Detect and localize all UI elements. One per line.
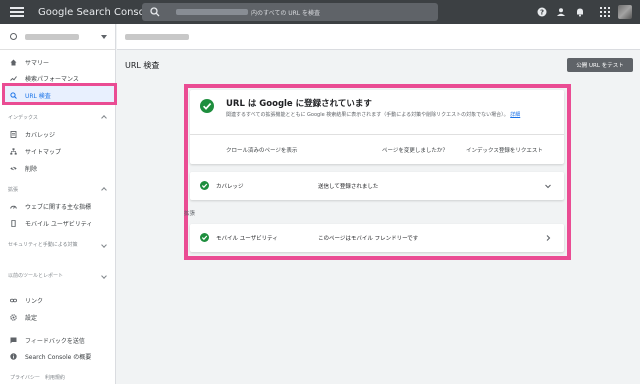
chevron-right-icon[interactable] [544,234,552,242]
property-icon [10,33,17,40]
sidebar-item-links[interactable]: リンク [0,294,115,306]
sidebar-item-label: Search Console の概要 [25,353,92,361]
redacted-url [125,34,189,40]
sidebar-item-label: 検索パフォーマンス [25,75,79,83]
sidebar-item-performance[interactable]: 検索パフォーマンス [0,72,115,84]
sidebar-item-url-inspection[interactable]: URL 検査 [4,89,112,101]
sidebar-item-label: 設定 [25,314,38,322]
property-selector[interactable] [0,24,115,50]
apps-icon[interactable] [600,7,610,17]
sidebar-item-summary[interactable]: サマリー [0,56,115,68]
chevron-down-icon [101,34,107,39]
search-icon [150,7,160,17]
link-icon [10,297,17,304]
status-description: 関連するすべての拡張機能とともに Google 検索結果に表示されます（手動によ… [226,112,521,118]
check-circle-icon [200,99,214,113]
status-title: URL は Google に登録されています [226,99,372,109]
section-legacy-tools[interactable]: 以前のツールとレポート [8,272,108,279]
sidebar-item-coverage[interactable]: カバレッジ [0,128,115,140]
phone-icon [10,219,17,227]
sidebar-item-mobile-usability[interactable]: モバイル ユーザビリティ [0,217,115,229]
sitemap-icon [10,147,17,155]
index-status-card: URL は Google に登録されています 関連するすべての拡張機能とともに … [190,90,564,164]
sidebar-item-label: URL 検査 [25,92,51,100]
details-link[interactable]: 詳細 [510,112,520,118]
sidebar-item-label: モバイル ユーザビリティ [25,220,93,228]
search-placeholder: 内のすべての URL を検査 [251,9,321,17]
top-bar: Google Search Console 内のすべての URL を検査 ? [0,0,640,24]
sidebar-item-feedback[interactable]: フィードバックを送信 [0,334,115,346]
svg-text:?: ? [540,9,544,17]
check-circle-icon [200,233,209,242]
chevron-up-icon [101,186,107,193]
app-title[interactable]: Google Search Console [38,7,154,18]
extensions-label: 拡張 [184,211,196,217]
view-crawled-page-link[interactable]: クロール済みのページを表示 [226,146,297,154]
avatar[interactable] [618,5,632,19]
mobile-usability-status: このページはモバイル フレンドリーです [318,236,419,242]
mobile-usability-row[interactable]: モバイル ユーザビリティ このページはモバイル フレンドリーです [190,224,564,252]
sidebar-item-label: リンク [25,297,44,305]
sidebar-item-label: 削除 [25,165,38,173]
changed-page-question: ページを変更しましたか？ [382,148,448,154]
section-index[interactable]: インデックス [8,114,108,121]
trend-icon [10,75,17,82]
chevron-up-icon [101,114,107,121]
sidebar-item-label: ウェブに関する主な指標 [25,203,92,211]
sidebar-item-settings[interactable]: 設定 [0,311,115,323]
section-extensions[interactable]: 拡張 [8,186,108,193]
chevron-down-icon [101,272,107,279]
bell-icon[interactable] [575,7,585,17]
top-actions: ? [537,0,640,24]
mobile-usability-label: モバイル ユーザビリティ [216,236,278,242]
page-title: URL 検査 [125,61,160,70]
search-input[interactable]: 内のすべての URL を検査 [142,3,438,21]
test-live-url-button[interactable]: 公開 URL をテスト [567,58,633,72]
sidebar-item-label: サマリー [25,59,50,67]
gauge-icon [10,203,17,210]
chevron-down-icon [101,241,107,248]
footer-links[interactable]: プライバシー 利用規約 [10,374,65,381]
menu-icon[interactable] [10,7,24,17]
sidebar-item-label: カバレッジ [25,131,56,139]
redacted-property-name [25,33,79,40]
coverage-label: カバレッジ [216,184,244,190]
people-icon[interactable] [556,7,566,17]
gear-icon [10,313,17,321]
property-header [117,24,640,50]
file-icon [10,130,17,138]
eye-off-icon [10,165,17,172]
info-icon [10,352,17,360]
divider [190,134,564,135]
sidebar-item-label: フィードバックを送信 [25,337,85,345]
help-icon[interactable]: ? [537,7,547,17]
coverage-row[interactable]: カバレッジ 送信して登録されました [190,172,564,200]
chevron-down-icon[interactable] [544,182,552,190]
check-circle-icon [200,181,209,190]
sidebar-item-core-web-vitals[interactable]: ウェブに関する主な指標 [0,200,115,212]
feedback-icon [10,337,17,344]
coverage-status: 送信して登録されました [318,184,379,190]
sidebar-item-label: サイトマップ [25,148,62,156]
request-indexing-link[interactable]: インデックス登録をリクエスト [466,146,543,154]
sidebar-item-about[interactable]: Search Console の概要 [0,350,115,362]
section-security[interactable]: セキュリティと手動による対策 [8,241,108,248]
sidebar-item-sitemaps[interactable]: サイトマップ [0,145,115,157]
search-icon [10,91,17,99]
redacted-property [176,9,248,15]
home-icon [10,59,17,66]
sidebar-item-removals[interactable]: 削除 [0,162,115,174]
